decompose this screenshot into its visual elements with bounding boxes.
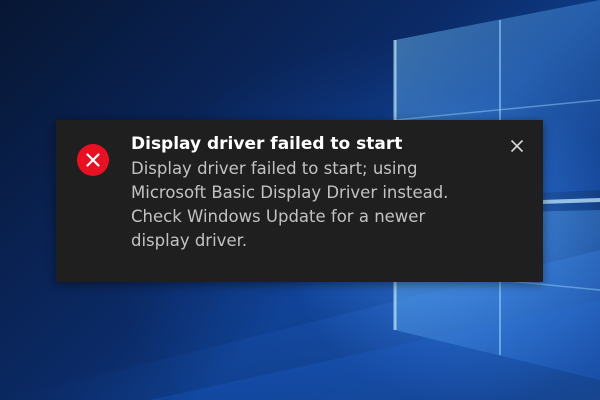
message-line: Check Windows Update for a newer: [131, 207, 426, 226]
notification-title: Display driver failed to start: [131, 134, 403, 154]
message-line: Display driver failed to start; using: [131, 159, 418, 178]
message-line: display driver.: [131, 231, 248, 250]
close-button[interactable]: [503, 132, 531, 160]
message-line: Microsoft Basic Display Driver instead.: [131, 183, 449, 202]
notification-toast[interactable]: Display driver failed to start Display d…: [56, 120, 543, 282]
notification-message: Display driver failed to start; using Mi…: [131, 157, 511, 253]
close-icon: [510, 139, 524, 153]
error-icon: [77, 144, 109, 176]
